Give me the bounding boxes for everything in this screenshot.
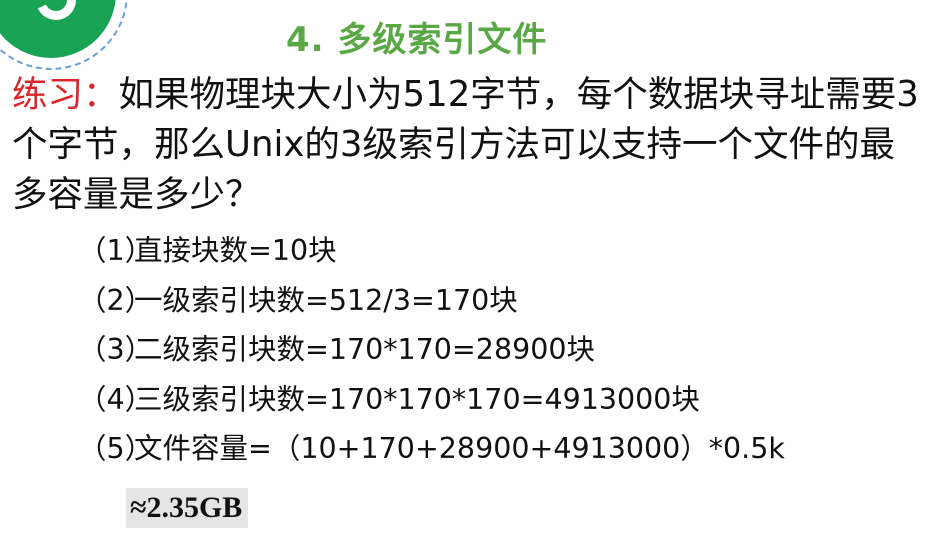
exercise-question: 练习：如果物理块大小为512字节，每个数据块寻址需要3个字节，那么Unix的3级… bbox=[12, 70, 922, 220]
solution-step: （5）文件容量=（10+170+28900+4913000）*0.5k bbox=[78, 424, 785, 474]
slide: 4. 多级索引文件 练习：如果物理块大小为512字节，每个数据块寻址需要3个字节… bbox=[0, 0, 929, 538]
step-number: （3） bbox=[78, 333, 154, 366]
solution-step: （4）三级索引块数=170*170*170=4913000块 bbox=[78, 375, 785, 425]
exercise-text: 如果物理块大小为512字节，每个数据块寻址需要3个字节，那么Unix的3级索引方… bbox=[12, 74, 919, 215]
step-text: 文件容量=（10+170+28900+4913000）*0.5k bbox=[134, 432, 785, 465]
step-number: （4） bbox=[78, 382, 154, 416]
step-number: （2） bbox=[78, 283, 154, 317]
exercise-label: 练习： bbox=[12, 74, 119, 115]
step-text: 一级索引块数=512/3=170块 bbox=[134, 283, 518, 317]
step-text: 直接块数=10块 bbox=[134, 234, 337, 267]
solution-steps: （1）直接块数=10块 （2）一级索引块数=512/3=170块 （3）二级索引… bbox=[78, 226, 785, 474]
slide-title: 4. 多级索引文件 bbox=[286, 20, 548, 60]
step-number: （1） bbox=[78, 234, 154, 267]
solution-step: （2）一级索引块数=512/3=170块 bbox=[78, 276, 785, 326]
solution-step: （1）直接块数=10块 bbox=[78, 226, 785, 276]
step-number: （5） bbox=[78, 432, 154, 465]
step-text: 三级索引块数=170*170*170=4913000块 bbox=[134, 382, 700, 416]
final-answer: ≈2.35GB bbox=[126, 488, 249, 528]
solution-step: （3）二级索引块数=170*170=28900块 bbox=[78, 325, 785, 375]
step-text: 二级索引块数=170*170=28900块 bbox=[134, 333, 595, 366]
